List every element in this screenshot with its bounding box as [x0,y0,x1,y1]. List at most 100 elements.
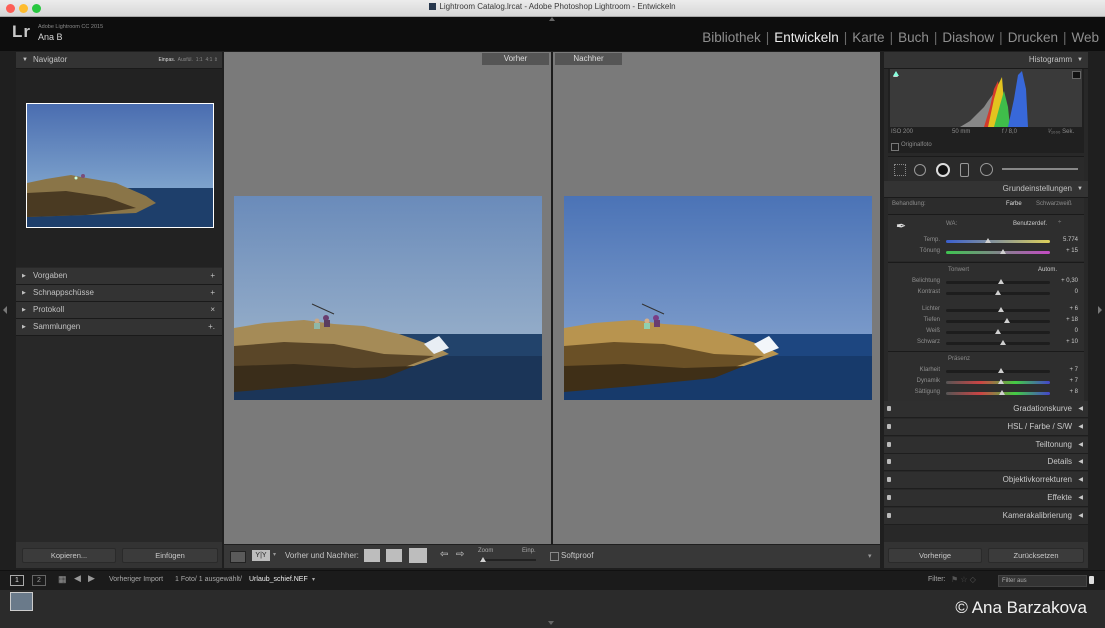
spot-removal-icon[interactable] [914,164,926,176]
loupe-view-icon[interactable] [230,551,246,563]
panel-section-header[interactable]: Objektivkorrekturen ◀ [884,472,1088,490]
zoom-fit-option[interactable]: Einpas. [158,57,175,63]
zoom-1to1-option[interactable]: 1:1 [196,57,203,63]
zoom-slider-thumb[interactable] [480,557,486,562]
before-image[interactable] [234,196,542,400]
highlight-clipping-icon[interactable] [1072,71,1081,79]
slider-thumb[interactable] [999,390,1006,395]
main-window-button[interactable]: 1 [10,575,24,586]
module-drucken[interactable]: Drucken [1008,30,1058,45]
add-collection-button[interactable]: +. [208,319,215,335]
slider-thumb[interactable] [998,368,1005,373]
slider-value[interactable]: + 7 [1054,367,1078,373]
module-karte[interactable]: Karte [852,30,884,45]
panel-sammlungen[interactable]: ▶ Sammlungen +. [16,319,222,336]
view-mode-dropdown-icon[interactable]: ▾ [273,551,276,558]
copy-after-to-before-icon[interactable] [386,549,402,562]
slider-value[interactable]: + 8 [1054,389,1078,395]
slider-thumb[interactable] [998,307,1005,312]
panel-toggle-switch-icon[interactable] [887,512,891,518]
panel-section-header[interactable]: Gradationskurve ◀ [884,401,1088,418]
basic-header[interactable]: Grundeinstellungen ▼ [884,181,1088,198]
graduated-filter-icon[interactable] [960,163,969,177]
slider-thumb[interactable] [995,290,1001,295]
module-bibliothek[interactable]: Bibliothek [702,30,761,45]
filter-lock-icon[interactable] [1089,576,1094,584]
original-photo-checkbox[interactable] [891,143,899,151]
filter-dropdown[interactable]: Filter aus [998,575,1087,587]
module-buch[interactable]: Buch [898,30,929,45]
slider-value[interactable]: + 15 [1054,248,1078,254]
filename[interactable]: Urlaub_schief.NEF [249,576,308,583]
source-label[interactable]: Vorheriger Import [109,576,163,583]
module-web[interactable]: Web [1071,30,1099,45]
top-panel-toggle-icon[interactable] [549,17,555,21]
panel-toggle-switch-icon[interactable] [887,477,891,483]
swap-before-after-icon[interactable] [409,548,427,563]
filename-dropdown-icon[interactable]: ▾ [312,576,315,583]
panel-vorgaben[interactable]: ▶ Vorgaben + [16,268,222,285]
zoom-slider[interactable] [480,559,536,561]
reset-button[interactable]: Zurücksetzen [988,548,1084,563]
slider-value[interactable]: + 0,30 [1054,278,1078,284]
slider-value[interactable]: + 7 [1054,378,1078,384]
slider-thumb[interactable] [998,379,1005,384]
forward-arrow-icon[interactable]: ▶ [88,573,95,584]
panel-toggle-switch-icon[interactable] [887,441,891,447]
panel-section-header[interactable]: Teiltonung ◀ [884,436,1088,454]
filmstrip-toggle-icon[interactable] [548,621,554,625]
panel-protokoll[interactable]: ▶ Protokoll × [16,302,222,319]
navigator-header[interactable]: ▼ Navigator Einpas. Ausfül. 1:1 4:1 ⇕ [16,52,222,69]
slider-value[interactable]: + 6 [1054,306,1078,312]
left-panel-toggle-icon[interactable] [3,306,7,314]
panel-toggle-switch-icon[interactable] [887,406,891,411]
slider-thumb[interactable] [998,279,1005,284]
red-eye-icon[interactable] [936,163,950,177]
previous-settings-button[interactable]: Vorherige [888,548,982,563]
copy-settings-button[interactable]: Kopieren... [22,548,116,563]
second-window-button[interactable]: 2 [32,575,46,586]
after-image[interactable] [564,196,872,400]
slider-value[interactable]: 0 [1054,289,1078,295]
adjustment-brush-icon[interactable] [1002,168,1078,170]
panel-section-header[interactable]: HSL / Farbe / S/W ◀ [884,418,1088,436]
swap-settings-icon[interactable] [364,549,380,562]
slider-track[interactable] [946,320,1050,323]
wb-dropdown[interactable]: Benutzerdef. [1013,221,1047,227]
slider-track[interactable] [946,240,1050,243]
softproof-checkbox[interactable] [550,552,559,561]
panel-toggle-switch-icon[interactable] [887,495,891,500]
navigator-thumbnail[interactable] [26,103,214,228]
slider-thumb[interactable] [1000,340,1007,345]
module-diashow[interactable]: Diashow [942,30,994,45]
clear-history-button[interactable]: × [210,302,215,318]
slider-thumb[interactable] [984,238,991,243]
wb-eyedropper-icon[interactable]: ✒ [896,219,912,235]
slider-value[interactable]: + 18 [1054,317,1078,323]
slider-value[interactable]: 5.774 [1054,237,1078,243]
panel-section-header[interactable]: Effekte ◀ [884,490,1088,507]
paste-settings-button[interactable]: Einfügen [122,548,218,563]
module-entwickeln[interactable]: Entwickeln [774,30,839,45]
right-panel-toggle-icon[interactable] [1098,306,1102,314]
radial-filter-icon[interactable] [980,163,993,176]
shadow-clipping-icon[interactable] [893,71,899,76]
slider-thumb[interactable] [1000,249,1007,254]
slider-value[interactable]: + 10 [1054,339,1078,345]
toolbar-dropdown-icon[interactable]: ▾ [868,552,872,560]
histogram-header[interactable]: Histogramm ▼ [884,52,1088,69]
grid-view-icon[interactable]: ▦ [58,574,67,585]
back-arrow-icon[interactable]: ◀ [74,573,81,584]
slider-track[interactable] [946,251,1050,254]
add-preset-button[interactable]: + [210,268,215,284]
zoom-fill-option[interactable]: Ausfül. [178,57,193,63]
panel-schnappschuesse[interactable]: ▶ Schnappschüsse + [16,285,222,302]
add-snapshot-button[interactable]: + [210,285,215,301]
arrow-right-icon[interactable]: ⇨ [456,549,464,560]
slider-track[interactable] [946,392,1050,395]
panel-toggle-switch-icon[interactable] [887,423,891,429]
zoom-4to1-option[interactable]: 4:1 [205,57,212,63]
auto-tone-button[interactable]: Autom. [1038,267,1057,273]
treatment-bw-option[interactable]: Schwarzweiß [1036,201,1072,207]
slider-track[interactable] [946,342,1050,345]
